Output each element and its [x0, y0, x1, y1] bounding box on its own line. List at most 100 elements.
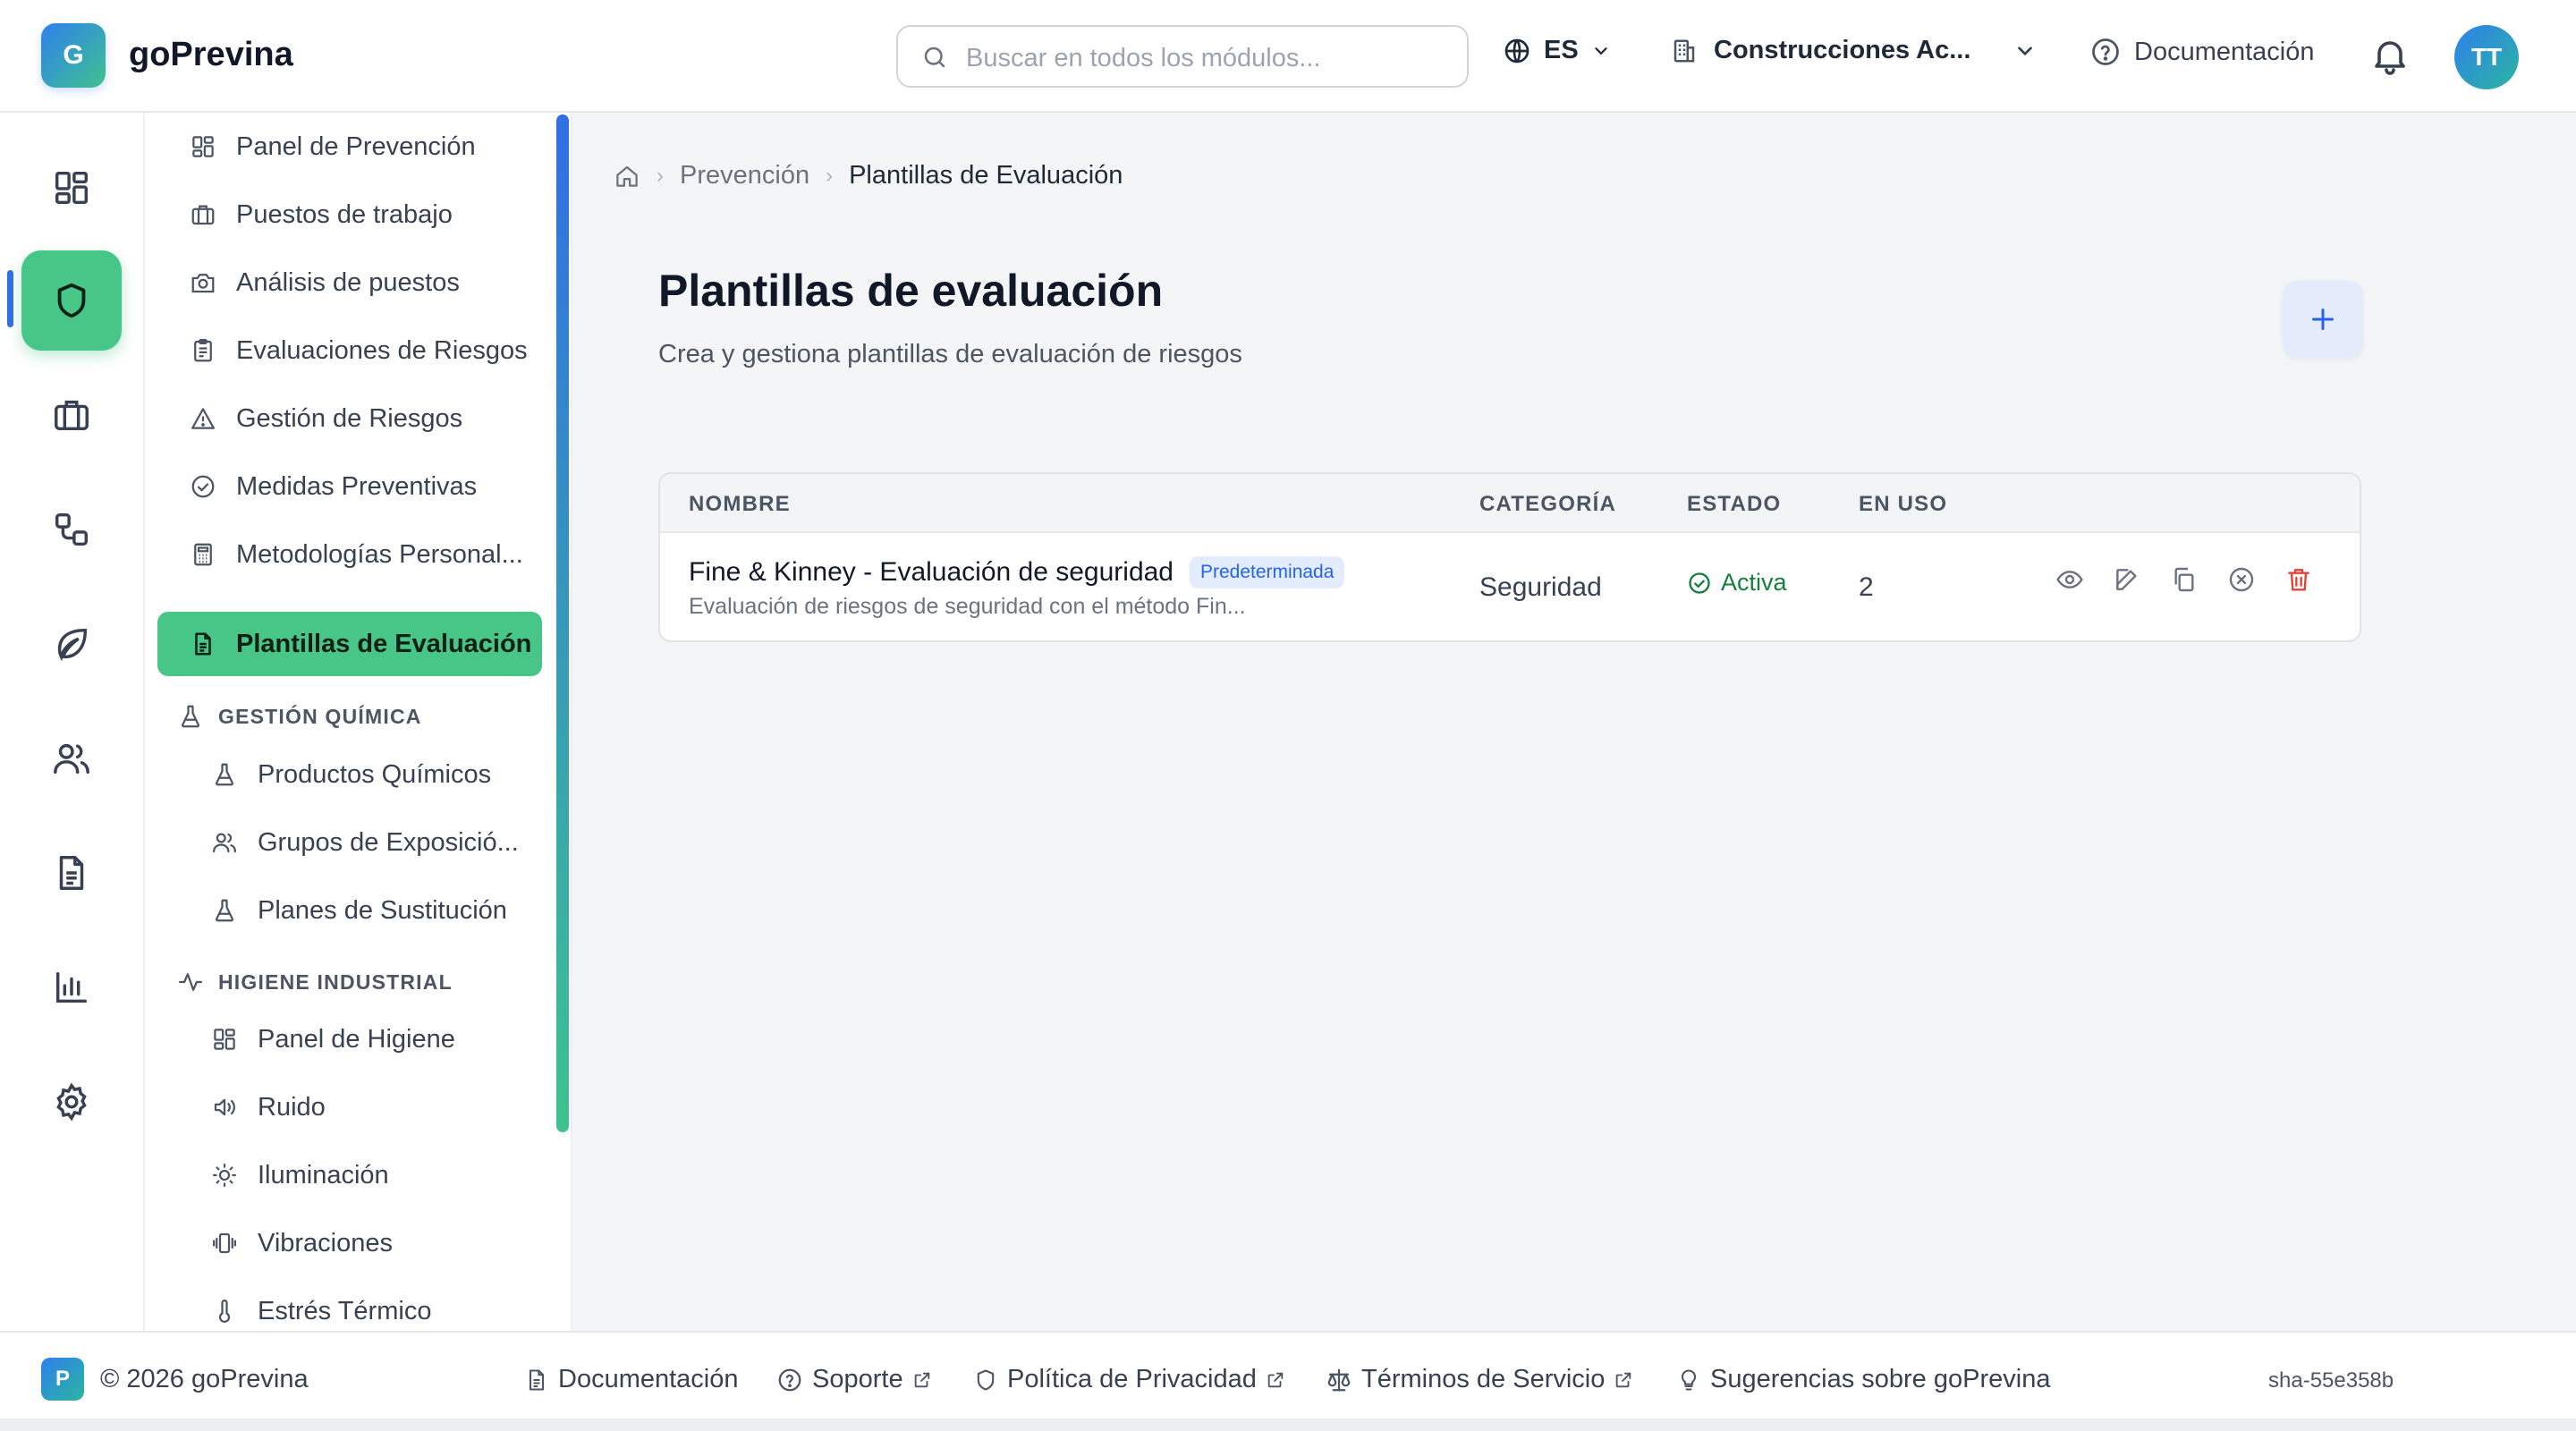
- column-header-categoria[interactable]: CATEGORÍA: [1479, 492, 1616, 517]
- sidebar-item-medidas[interactable]: Medidas Preventivas: [157, 454, 542, 519]
- eye-icon[interactable]: [2055, 565, 2084, 594]
- sidebar-item-puestos[interactable]: Puestos de trabajo: [157, 182, 542, 247]
- footer-link-documentacion[interactable]: Documentación: [524, 1365, 739, 1394]
- footer-logo: P: [41, 1358, 84, 1401]
- section-header-higiene-industrial[interactable]: HIGIENE INDUSTRIAL: [177, 969, 453, 995]
- trash-icon[interactable]: [2284, 565, 2313, 594]
- warning-icon: [191, 408, 215, 429]
- sidebar-item-label: Planes de Sustitución: [258, 895, 507, 925]
- company-selector[interactable]: Construcciones Ac...: [1671, 36, 2037, 65]
- sidebar-item-label: Panel de Higiene: [258, 1024, 455, 1054]
- sidebar-item-label: Análisis de puestos: [236, 267, 460, 297]
- sidebar-item-label: Grupos de Exposició...: [258, 827, 519, 857]
- user-avatar[interactable]: TT: [2454, 25, 2519, 89]
- deactivate-icon[interactable]: [2227, 565, 2256, 594]
- leaf-icon: [57, 628, 88, 662]
- template-category: Seguridad: [1479, 572, 1602, 602]
- status-badge: Activa: [1687, 569, 1787, 597]
- footer-link-privacidad[interactable]: Política de Privacidad: [973, 1365, 1285, 1394]
- workflow-icon: [55, 512, 89, 546]
- sidebar-item-planes-sustitucion[interactable]: Planes de Sustitución: [157, 878, 542, 943]
- templates-table: NOMBRE CATEGORÍA ESTADO EN USO Fine & Ki…: [658, 472, 2361, 642]
- rail-environment[interactable]: [21, 594, 122, 694]
- bell-icon[interactable]: [2368, 34, 2411, 77]
- rail-settings[interactable]: [21, 1052, 122, 1152]
- dashboard-icon: [214, 1029, 235, 1050]
- sidebar-scrollbar[interactable]: [556, 114, 569, 1132]
- lightbulb-icon: [1681, 1368, 1697, 1391]
- dashboard-icon: [55, 171, 89, 205]
- sidebar-item-estres-termico[interactable]: Estrés Térmico: [157, 1279, 542, 1331]
- page-title: Plantillas de evaluación: [658, 266, 1164, 316]
- sidebar-item-productos-quimicos[interactable]: Productos Químicos: [157, 742, 542, 807]
- default-badge: Predeterminada: [1190, 556, 1345, 588]
- chevron-down-icon: [2018, 46, 2033, 55]
- column-header-nombre[interactable]: NOMBRE: [689, 492, 791, 517]
- documentation-label: Documentación: [2134, 37, 2315, 66]
- sidebar-item-label: Iluminación: [258, 1160, 389, 1190]
- flask-icon: [181, 705, 200, 728]
- sidebar-item-iluminacion[interactable]: Iluminación: [157, 1143, 542, 1207]
- section-title: GESTIÓN QUÍMICA: [218, 704, 422, 728]
- users-icon: [213, 833, 236, 853]
- dashboard-icon: [192, 136, 214, 157]
- rail-people[interactable]: [21, 708, 122, 809]
- home-icon[interactable]: [614, 163, 640, 190]
- sidebar-item-plantillas[interactable]: Plantillas de Evaluación: [157, 612, 542, 676]
- search-icon: [924, 47, 945, 68]
- sidebar-item-vibraciones[interactable]: Vibraciones: [157, 1211, 542, 1275]
- briefcase-icon: [55, 400, 89, 431]
- documentation-link[interactable]: Documentación: [2089, 36, 2315, 68]
- globe-icon: [1504, 38, 1530, 63]
- template-name[interactable]: Fine & Kinney - Evaluación de seguridad: [689, 557, 1174, 588]
- rail-jobs[interactable]: [21, 365, 122, 465]
- sidebar-item-panel-prevencion[interactable]: Panel de Prevención: [157, 114, 542, 179]
- rail-prevention[interactable]: [21, 250, 122, 351]
- calculator-icon: [194, 543, 212, 566]
- footer-link-sugerencias[interactable]: Sugerencias sobre goPrevina: [1676, 1365, 2050, 1394]
- rail-workflows[interactable]: [21, 479, 122, 580]
- global-search[interactable]: [896, 25, 1469, 88]
- add-template-button[interactable]: [2283, 281, 2363, 358]
- copy-icon[interactable]: [2170, 565, 2199, 594]
- speaker-icon: [214, 1098, 235, 1116]
- sidebar-item-metodologias[interactable]: Metodologías Personal...: [157, 522, 542, 587]
- sidebar-item-evaluaciones[interactable]: Evaluaciones de Riesgos: [157, 318, 542, 383]
- footer-link-terminos[interactable]: Términos de Servicio: [1326, 1365, 1633, 1394]
- building-icon: [1674, 39, 1695, 62]
- column-header-estado[interactable]: ESTADO: [1687, 492, 1781, 517]
- sidebar-item-analisis[interactable]: Análisis de puestos: [157, 250, 542, 315]
- shield-icon: [977, 1368, 995, 1391]
- thermometer-icon: [218, 1300, 231, 1323]
- column-header-en-uso[interactable]: EN USO: [1859, 492, 1947, 517]
- document-icon: [529, 1368, 545, 1391]
- app-logo[interactable]: G: [41, 23, 106, 88]
- footer-link-soporte[interactable]: Soporte: [776, 1365, 932, 1394]
- app-name[interactable]: goPrevina: [129, 36, 293, 74]
- rail-reports[interactable]: [21, 937, 122, 1037]
- table-header: NOMBRE CATEGORÍA ESTADO EN USO: [660, 474, 2360, 533]
- camera-icon: [191, 274, 215, 293]
- external-link-icon: [1267, 1372, 1284, 1387]
- sidebar-item-panel-higiene[interactable]: Panel de Higiene: [157, 1007, 542, 1071]
- page-subtitle: Crea y gestiona plantillas de evaluación…: [658, 340, 1242, 368]
- section-header-gestion-quimica[interactable]: GESTIÓN QUÍMICA: [177, 703, 422, 730]
- clipboard-icon: [194, 339, 212, 362]
- company-name: Construcciones Ac...: [1714, 36, 1971, 64]
- rail-dashboard[interactable]: [21, 138, 122, 238]
- sidebar-item-label: Puestos de trabajo: [236, 199, 453, 229]
- rail-documents[interactable]: [21, 823, 122, 923]
- footer-link-label: Política de Privacidad: [1007, 1365, 1257, 1393]
- sidebar-item-gestion-riesgos[interactable]: Gestión de Riesgos: [157, 386, 542, 451]
- row-actions: [2055, 565, 2313, 594]
- breadcrumb-parent[interactable]: Prevención: [680, 161, 809, 191]
- sidebar: Panel de Prevención Puestos de trabajo A…: [145, 113, 572, 1331]
- edit-icon[interactable]: [2113, 565, 2141, 594]
- language-selector[interactable]: ES: [1503, 36, 1611, 65]
- sidebar-item-grupos-exposicion[interactable]: Grupos de Exposició...: [157, 810, 542, 875]
- briefcase-icon: [191, 205, 215, 225]
- sidebar-item-ruido[interactable]: Ruido: [157, 1075, 542, 1139]
- footer-copyright: © 2026 goPrevina: [100, 1365, 309, 1393]
- sidebar-item-label: Plantillas de Evaluación: [236, 629, 532, 658]
- search-input[interactable]: [964, 38, 1451, 79]
